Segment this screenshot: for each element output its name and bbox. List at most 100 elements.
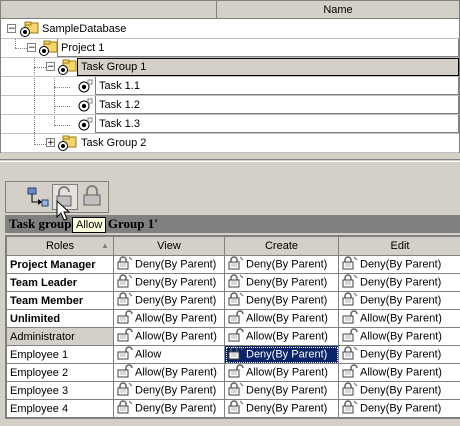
- sort-ascending-icon: ▲: [101, 241, 109, 250]
- table-row[interactable]: Project Manager Deny(By Parent) Deny(By Pa…: [6, 255, 460, 274]
- create-permission-cell[interactable]: Deny(By Parent): [224, 273, 339, 292]
- tree-node-label: Project 1: [61, 42, 105, 54]
- view-permission-cell[interactable]: Deny(By Parent): [113, 381, 225, 400]
- deny-lock-icon: [117, 382, 133, 399]
- role-cell[interactable]: Team Leader: [6, 273, 114, 292]
- assign-button[interactable]: [24, 184, 50, 210]
- tree-node-label: Task 1.2: [99, 99, 140, 111]
- deny-lock-icon: [228, 382, 244, 399]
- edit-permission-cell[interactable]: Deny(By Parent): [338, 399, 460, 418]
- role-cell[interactable]: Unlimited: [6, 309, 114, 328]
- tooltip: Allow: [72, 217, 107, 233]
- create-permission-cell[interactable]: Deny(By Parent): [224, 381, 339, 400]
- tree-node-label: Task Group 1: [81, 61, 147, 73]
- create-permission-cell[interactable]: Deny(By Parent): [224, 255, 339, 274]
- tree-header-name[interactable]: Name: [217, 4, 459, 16]
- create-permission-cell[interactable]: Deny(By Parent): [224, 399, 339, 418]
- tree-node-project[interactable]: − Project 1: [1, 39, 459, 58]
- allow-lock-icon: [117, 310, 133, 327]
- create-permission-cell[interactable]: Allow(By Parent): [224, 309, 339, 328]
- view-permission-cell[interactable]: Deny(By Parent): [113, 291, 225, 310]
- table-row[interactable]: Employee 1 Allow Deny(By Parent) Deny(By Pa…: [6, 345, 460, 364]
- collapse-toggle[interactable]: −: [27, 43, 36, 53]
- column-header-view[interactable]: View: [113, 236, 225, 256]
- edit-permission-cell[interactable]: Deny(By Parent): [338, 345, 460, 364]
- permission-text: Allow(By Parent): [360, 366, 442, 379]
- view-permission-cell[interactable]: Deny(By Parent): [113, 273, 225, 292]
- table-row[interactable]: Employee 2 Allow(By Parent) Allow(By Paren…: [6, 363, 460, 382]
- edit-permission-cell[interactable]: Allow(By Parent): [338, 363, 460, 382]
- permission-text: Deny(By Parent): [135, 294, 217, 307]
- edit-permission-cell[interactable]: Deny(By Parent): [338, 273, 460, 292]
- table-row[interactable]: Administrator Allow(By Parent) Allow(By Pa…: [6, 327, 460, 346]
- allow-lock-icon: [117, 364, 133, 381]
- tree-panel: Name − SampleDatabase − Project 1 − Task…: [0, 0, 460, 154]
- create-permission-cell[interactable]: Deny(By Parent): [224, 291, 339, 310]
- deny-button[interactable]: [80, 184, 106, 210]
- tree-node-task-group-1[interactable]: − Task Group 1: [1, 58, 459, 77]
- mouse-pointer-icon: [56, 200, 70, 221]
- role-cell[interactable]: Employee 4: [6, 399, 114, 418]
- tree-header: Name: [1, 1, 459, 19]
- table-row[interactable]: Team Leader Deny(By Parent) Deny(By Parent…: [6, 273, 460, 292]
- create-permission-cell[interactable]: Allow(By Parent): [224, 363, 339, 382]
- edit-permission-cell[interactable]: Allow(By Parent): [338, 309, 460, 328]
- create-permission-cell[interactable]: Deny(By Parent): [224, 345, 339, 364]
- tree-node-label: Task 1.3: [99, 118, 140, 130]
- deny-lock-icon: [83, 185, 101, 206]
- table-row[interactable]: Employee 3 Deny(By Parent) Deny(By Parent)…: [6, 381, 460, 400]
- task-group-folder-icon: [58, 135, 77, 151]
- permission-text: Deny(By Parent): [246, 276, 328, 289]
- deny-lock-icon: [342, 292, 358, 309]
- tree-node-task-group-2[interactable]: + Task Group 2: [1, 134, 459, 153]
- permission-text: Allow(By Parent): [246, 312, 328, 325]
- deny-lock-icon: [228, 292, 244, 309]
- edit-permission-cell[interactable]: Deny(By Parent): [338, 291, 460, 310]
- deny-lock-icon: [117, 256, 133, 273]
- role-cell[interactable]: Project Manager: [6, 255, 114, 274]
- splitter-grip[interactable]: [0, 159, 460, 162]
- permission-text: Deny(By Parent): [360, 402, 442, 415]
- table-row[interactable]: Unlimited Allow(By Parent) Allow(By Parent…: [6, 309, 460, 328]
- view-permission-cell[interactable]: Allow(By Parent): [113, 309, 225, 328]
- tree-node-task-1-3[interactable]: Task 1.3: [1, 115, 459, 134]
- permission-text: Deny(By Parent): [246, 258, 328, 271]
- view-permission-cell[interactable]: Allow(By Parent): [113, 327, 225, 346]
- collapse-toggle[interactable]: −: [7, 24, 16, 34]
- role-cell[interactable]: Employee 2: [6, 363, 114, 382]
- role-cell[interactable]: Administrator: [6, 327, 114, 346]
- cell-outline: [57, 39, 459, 57]
- edit-permission-cell[interactable]: Deny(By Parent): [338, 381, 460, 400]
- create-permission-cell[interactable]: Allow(By Parent): [224, 327, 339, 346]
- tree-node-sampledatabase[interactable]: − SampleDatabase: [1, 20, 459, 39]
- expand-toggle[interactable]: +: [46, 138, 55, 148]
- view-permission-cell[interactable]: Deny(By Parent): [113, 399, 225, 418]
- role-cell[interactable]: Employee 3: [6, 381, 114, 400]
- grid-body: Project Manager Deny(By Parent) Deny(By Pa…: [6, 255, 460, 418]
- column-header-edit[interactable]: Edit: [338, 236, 460, 256]
- deny-lock-icon: [228, 274, 244, 291]
- column-header-create[interactable]: Create: [224, 236, 339, 256]
- collapse-toggle[interactable]: −: [46, 62, 55, 72]
- tree-node-task-1-1[interactable]: Task 1.1: [1, 77, 459, 96]
- tree-header-blank[interactable]: [1, 1, 217, 18]
- view-permission-cell[interactable]: Deny(By Parent): [113, 255, 225, 274]
- edit-permission-cell[interactable]: Deny(By Parent): [338, 255, 460, 274]
- splitter[interactable]: [0, 153, 460, 177]
- view-permission-cell[interactable]: Allow(By Parent): [113, 363, 225, 382]
- deny-lock-icon: [117, 292, 133, 309]
- column-header-roles[interactable]: Roles ▲: [6, 236, 114, 256]
- cell-outline: [95, 115, 459, 133]
- role-cell[interactable]: Team Member: [6, 291, 114, 310]
- permission-text: Allow(By Parent): [360, 312, 442, 325]
- tree-node-task-1-2[interactable]: Task 1.2: [1, 96, 459, 115]
- role-cell[interactable]: Employee 1: [6, 345, 114, 364]
- table-row[interactable]: Team Member Deny(By Parent) Deny(By Parent…: [6, 291, 460, 310]
- permission-text: Deny(By Parent): [246, 384, 328, 397]
- view-permission-cell[interactable]: Allow: [113, 345, 225, 364]
- edit-permission-cell[interactable]: Allow(By Parent): [338, 327, 460, 346]
- deny-lock-icon: [117, 400, 133, 417]
- allow-lock-icon: [342, 328, 358, 345]
- allow-lock-icon: [228, 328, 244, 345]
- table-row[interactable]: Employee 4 Deny(By Parent) Deny(By Parent)…: [6, 399, 460, 418]
